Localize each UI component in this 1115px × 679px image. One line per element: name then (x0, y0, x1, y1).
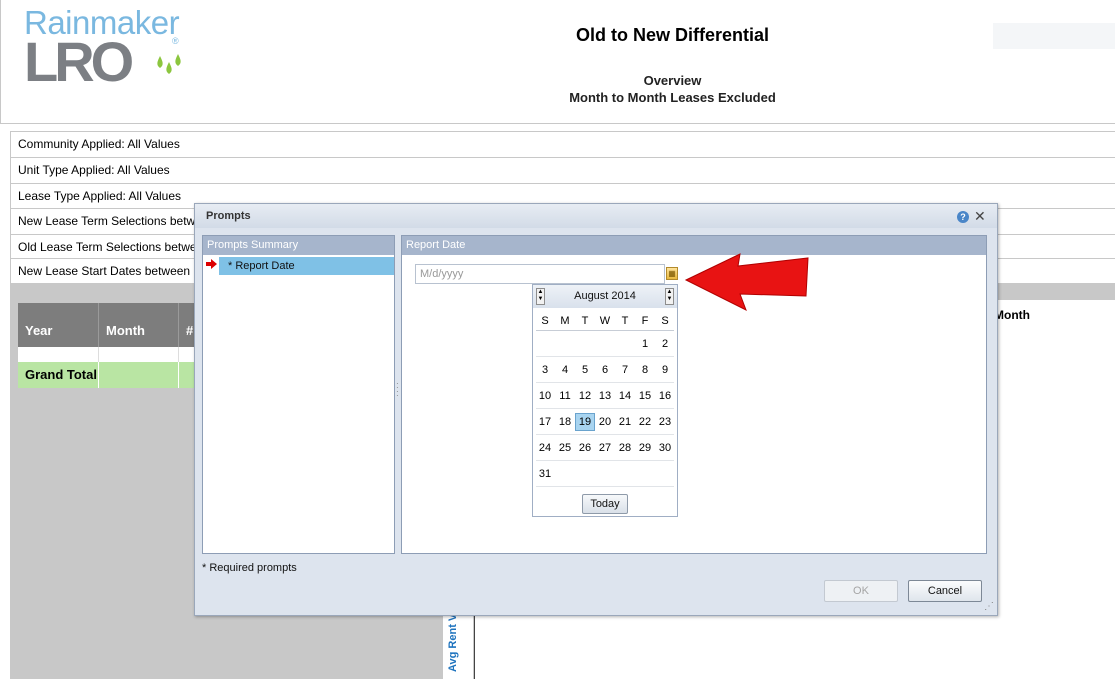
calendar-divider (536, 330, 674, 331)
red-arrow-icon (684, 253, 809, 312)
ok-button[interactable]: OK (824, 580, 898, 602)
cancel-button[interactable]: Cancel (908, 580, 982, 602)
calendar-day[interactable]: 28 (615, 439, 635, 457)
report-subtitle-exclusion: Month to Month Leases Excluded (569, 90, 776, 105)
calendar-weekday-label: S (541, 315, 549, 327)
filter-unit-type: Unit Type Applied: All Values (10, 157, 1115, 183)
calendar-day[interactable]: 3 (535, 361, 555, 379)
resize-grip-icon[interactable]: ⋰ (984, 602, 994, 612)
table-row (99, 347, 179, 362)
current-prompt-arrow-icon (206, 259, 217, 269)
calendar-day-selected[interactable]: 19 (575, 413, 595, 431)
calendar-weekday-label: W (599, 315, 611, 327)
dialog-titlebar[interactable] (195, 204, 997, 228)
filter-community: Community Applied: All Values (10, 131, 1115, 157)
calendar-weekday-label: M (560, 315, 570, 327)
prompts-summary-panel (202, 235, 395, 554)
calendar-day[interactable]: 20 (595, 413, 615, 431)
close-icon[interactable]: ✕ (974, 208, 986, 224)
table-row (18, 347, 99, 362)
grand-total-month-cell (99, 362, 179, 388)
avg-rent-axis-label: Avg Rent V (447, 613, 459, 672)
calendar-day[interactable]: 24 (535, 439, 555, 457)
calendar-day[interactable]: 23 (655, 413, 675, 431)
calendar-day[interactable]: 14 (615, 387, 635, 405)
calendar-week-divider (536, 356, 674, 357)
calendar-day[interactable]: 11 (555, 387, 575, 405)
calendar-day[interactable]: 21 (615, 413, 635, 431)
grand-total-label: Grand Total (18, 362, 99, 388)
calendar-day[interactable]: 12 (575, 387, 595, 405)
calendar-month-label: August 2014 (574, 290, 636, 302)
dialog-title: Prompts (206, 210, 251, 222)
calendar-week-divider (536, 460, 674, 461)
report-subtitle-overview: Overview (643, 73, 702, 88)
calendar-week-divider (536, 382, 674, 383)
calendar-day[interactable]: 10 (535, 387, 555, 405)
calendar-day[interactable]: 7 (615, 361, 635, 379)
calendar-day[interactable]: 17 (535, 413, 555, 431)
calendar-week-divider (536, 486, 674, 487)
calendar-day[interactable]: 1 (635, 335, 655, 353)
calendar-day[interactable]: 8 (635, 361, 655, 379)
column-header-month[interactable]: Month (99, 303, 179, 347)
calendar-day[interactable]: 15 (635, 387, 655, 405)
column-header-year[interactable]: Year (18, 303, 99, 347)
prompts-summary-header: Prompts Summary (203, 236, 394, 255)
header-toolbar-placeholder (993, 23, 1115, 49)
calendar-week-divider (536, 408, 674, 409)
calendar-year-spinner-icon[interactable]: ▲ ▼ (665, 288, 674, 305)
today-button[interactable]: Today (582, 494, 628, 514)
calendar-day[interactable]: 4 (555, 361, 575, 379)
calendar-day[interactable]: 18 (555, 413, 575, 431)
calendar-day[interactable]: 30 (655, 439, 675, 457)
required-prompts-note: * Required prompts (202, 562, 297, 574)
calendar-day[interactable]: 13 (595, 387, 615, 405)
report-date-input[interactable] (415, 264, 665, 284)
report-title: Old to New Differential (575, 25, 770, 45)
calendar-day[interactable]: 27 (595, 439, 615, 457)
summary-item-report-date[interactable]: * Report Date (219, 257, 394, 275)
calendar-day[interactable]: 22 (635, 413, 655, 431)
chart-axis-line (474, 616, 475, 679)
calendar-weekday-label: S (661, 315, 669, 327)
calendar-day[interactable]: 29 (635, 439, 655, 457)
chart-month-label: Month (994, 308, 1030, 322)
calendar-week-divider (536, 434, 674, 435)
calendar-weekday-label: T (581, 315, 589, 327)
panel-splitter-handle[interactable]: · · · · (396, 380, 400, 400)
calendar-weekday-label: T (621, 315, 629, 327)
calendar-picker-icon[interactable]: ▦ (666, 267, 678, 280)
calendar-weekday-label: F (641, 315, 649, 327)
help-icon[interactable]: ? (957, 211, 969, 223)
calendar-day[interactable]: 31 (535, 465, 555, 483)
calendar-day[interactable]: 16 (655, 387, 675, 405)
calendar-day[interactable]: 26 (575, 439, 595, 457)
calendar-month-spinner-icon[interactable]: ▲ ▼ (536, 288, 545, 305)
calendar-day[interactable]: 5 (575, 361, 595, 379)
calendar-day[interactable]: 9 (655, 361, 675, 379)
calendar-day[interactable]: 25 (555, 439, 575, 457)
calendar-day[interactable]: 2 (655, 335, 675, 353)
calendar-day[interactable]: 6 (595, 361, 615, 379)
